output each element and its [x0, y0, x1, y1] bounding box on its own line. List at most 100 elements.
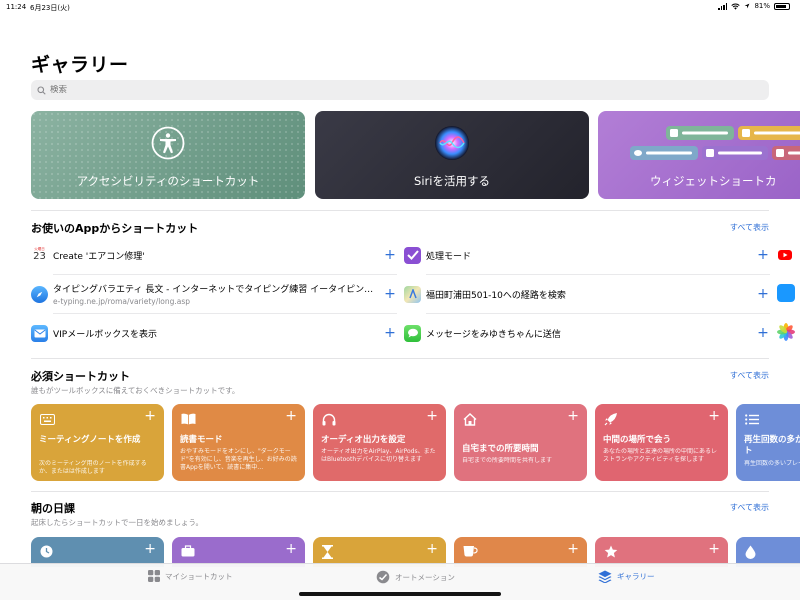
app-shortcut-title: タイピングバラエティ 長文 - インターネットでタイピング練習 イータイピン… — [53, 285, 374, 295]
accessibility-icon — [151, 126, 185, 160]
add-shortcut-button[interactable]: + — [756, 248, 770, 262]
app-shortcut-row[interactable]: 福田町浦田501-10への経路を検索 + — [404, 275, 770, 313]
mail-icon — [31, 324, 48, 342]
tab-label: マイショートカット — [165, 571, 233, 581]
photos-icon — [777, 323, 795, 341]
add-shortcut-button[interactable]: + — [426, 541, 438, 557]
add-shortcut-button[interactable]: + — [567, 408, 579, 424]
app-shortcut-subtitle: e-typing.ne.jp/roma/variety/long.asp — [53, 297, 191, 306]
divider — [31, 491, 769, 492]
add-shortcut-button[interactable]: + — [285, 541, 297, 557]
hero-label-widget: ウィジェットショートカ — [650, 174, 777, 188]
hero-label-siri: Siriを活用する — [414, 174, 490, 188]
card-title: 再生回数の多かったプレイリスト — [744, 435, 800, 456]
hero-card-accessibility[interactable]: アクセシビリティのショートカット — [31, 111, 305, 199]
signal-icon — [718, 3, 728, 10]
add-shortcut-button[interactable]: + — [144, 541, 156, 557]
add-shortcut-button[interactable]: + — [285, 408, 297, 424]
coffee-icon — [463, 546, 478, 557]
drop-icon — [745, 545, 756, 559]
see-all-morning-link[interactable]: すべて表示 — [730, 502, 769, 513]
add-shortcut-button[interactable]: + — [567, 541, 579, 557]
search-bar[interactable] — [31, 80, 769, 100]
section-title-apps: お使いのAppからショートカット — [31, 222, 199, 235]
battery-percent: 81% — [754, 2, 770, 10]
app-shortcut-row[interactable]: タイピングバラエティ 長文 - インターネットでタイピング練習 イータイピン… … — [31, 275, 397, 313]
section-subtitle-essentials: 誰もがツールボックスに備えておくべきショートカットです。 — [31, 386, 240, 395]
app-shortcut-title: VIPメールボックスを表示 — [53, 329, 157, 340]
card-title: 自宅までの所要時間 — [462, 444, 539, 454]
card-description: 自宅までの所要時間を共有します — [462, 457, 553, 464]
calendar-icon: 火曜日 23 — [31, 246, 48, 264]
search-icon — [37, 85, 46, 95]
divider — [31, 358, 769, 359]
see-all-essentials-link[interactable]: すべて表示 — [730, 370, 769, 381]
page-title: ギャラリー — [31, 54, 129, 76]
things-check-icon — [404, 246, 421, 264]
tab-gallery[interactable]: ギャラリー — [598, 570, 655, 583]
star-icon — [604, 545, 618, 558]
app-shortcut-title: Create 'エアコン修理' — [53, 251, 145, 262]
book-icon — [181, 413, 196, 425]
headphones-icon — [322, 413, 336, 426]
card-title: 読書モード — [180, 435, 223, 445]
status-date: 6月23日(火) — [30, 4, 70, 12]
card-description: 再生回数の多いプレイリス… — [744, 460, 800, 467]
home-icon — [463, 413, 477, 426]
gallery-layers-icon — [598, 570, 612, 583]
section-title-essentials: 必須ショートカット — [31, 370, 130, 383]
grid-icon — [148, 570, 160, 582]
list-icon — [745, 414, 759, 425]
messages-icon — [404, 324, 421, 342]
hero-card-widget[interactable]: ウィジェットショートカ — [598, 111, 800, 199]
add-shortcut-button[interactable]: + — [144, 408, 156, 424]
app-shortcut-row[interactable]: 処理モード + — [404, 236, 770, 274]
see-all-apps-link[interactable]: すべて表示 — [730, 222, 769, 233]
shortcut-card-top-playlist[interactable]: 再生回数の多かったプレイリスト 再生回数の多いプレイリス… — [736, 404, 800, 481]
widget-preview-icon — [630, 126, 800, 160]
card-title: ミーティングノートを作成 — [39, 435, 141, 445]
shortcut-card-meet-halfway[interactable]: + 中間の場所で会う あなたの場所と友達の場所の中間にあるレストランやアクティビ… — [595, 404, 728, 481]
card-title: 中間の場所で会う — [603, 435, 672, 445]
safari-icon — [31, 285, 48, 303]
shortcut-card-meeting-notes[interactable]: + ミーティングノートを作成 次のミーティング用のノートを作成するか、またはは作… — [31, 404, 164, 481]
card-description: あなたの場所と友達の場所の中間にあるレストランやアクティビティを探します — [603, 448, 718, 463]
app-shortcut-row[interactable]: メッセージをみゆきちゃんに送信 + — [404, 314, 770, 352]
app-shortcut-row[interactable]: VIPメールボックスを表示 + — [31, 314, 397, 352]
hourglass-icon — [322, 545, 333, 559]
tab-label: ギャラリー — [617, 572, 655, 581]
search-input[interactable] — [50, 85, 650, 95]
tab-my-shortcuts[interactable]: マイショートカット — [148, 570, 233, 582]
shortcut-card-reading-mode[interactable]: + 読書モード おやすみモードをオンにし、"ダークモード"を有効にし、音楽を再生… — [172, 404, 305, 481]
siri-icon — [435, 126, 469, 160]
shortcut-card-home-eta[interactable]: + 自宅までの所要時間 自宅までの所要時間を共有します — [454, 404, 587, 481]
card-title: オーディオ出力を設定 — [321, 435, 406, 445]
add-shortcut-button[interactable]: + — [383, 248, 397, 262]
add-shortcut-button[interactable]: + — [756, 326, 770, 340]
app-shortcut-title: メッセージをみゆきちゃんに送信 — [426, 329, 561, 340]
divider — [31, 210, 769, 211]
add-shortcut-button[interactable]: + — [383, 326, 397, 340]
status-time: 11:24 — [6, 3, 27, 11]
add-shortcut-button[interactable]: + — [756, 287, 770, 301]
card-description: オーディオ出力をAirPlay、AirPods、またはBluetoothデバイス… — [321, 448, 436, 463]
youtube-icon — [777, 247, 793, 263]
card-description: 次のミーティング用のノートを作成するか、またはは作成します — [39, 460, 147, 475]
app-shortcut-row[interactable]: 火曜日 23 Create 'エアコン修理' + — [31, 236, 397, 274]
status-bar: 11:24 6月23日(火) 81% — [0, 0, 800, 14]
add-shortcut-button[interactable]: + — [708, 541, 720, 557]
automation-icon — [376, 570, 390, 584]
status-right: 81% — [718, 2, 790, 10]
home-indicator — [299, 592, 501, 596]
add-shortcut-button[interactable]: + — [426, 408, 438, 424]
hero-card-siri[interactable]: Siriを活用する — [315, 111, 589, 199]
add-shortcut-button[interactable]: + — [708, 408, 720, 424]
tab-automation[interactable]: オートメーション — [376, 570, 455, 584]
maps-icon — [404, 285, 421, 303]
card-description: おやすみモードをオンにし、"ダークモード"を有効にし、音楽を再生し、お好みの読書… — [180, 448, 297, 471]
section-subtitle-morning: 起床したらショートカットで一日を始めましょう。 — [31, 518, 204, 527]
tab-label: オートメーション — [395, 572, 455, 582]
shortcut-card-audio-output[interactable]: + オーディオ出力を設定 オーディオ出力をAirPlay、AirPods、または… — [313, 404, 446, 481]
add-shortcut-button[interactable]: + — [383, 287, 397, 301]
keyboard-icon — [40, 414, 55, 425]
